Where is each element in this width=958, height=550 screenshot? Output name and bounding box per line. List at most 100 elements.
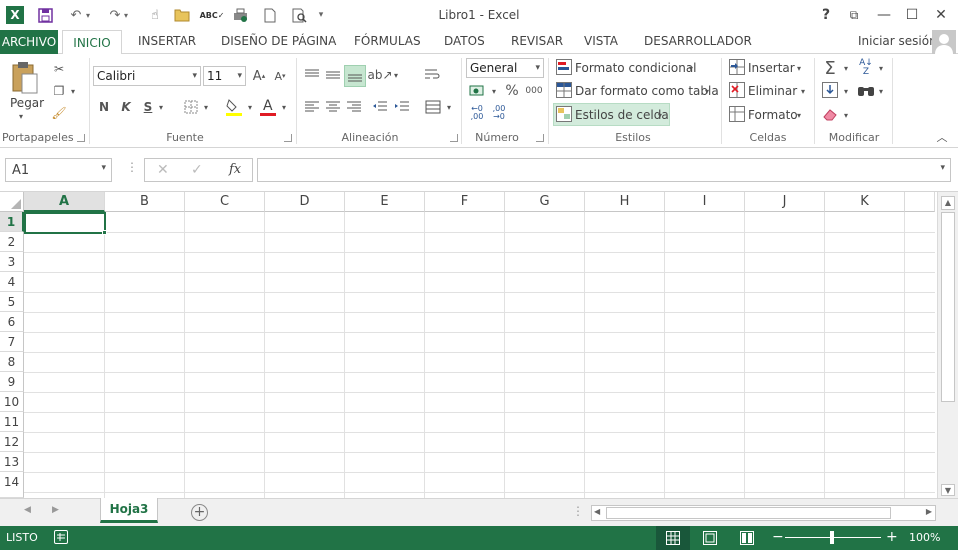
sign-in-link[interactable]: Iniciar sesión: [858, 34, 937, 48]
zoom-out-icon[interactable]: −: [772, 529, 784, 545]
percent-icon[interactable]: %: [503, 82, 521, 100]
increase-decimal-icon[interactable]: ←0,00: [466, 104, 488, 122]
clear-dropdown-icon[interactable]: ▾: [841, 108, 851, 122]
minimize-icon[interactable]: —: [870, 4, 898, 26]
tab-vista[interactable]: VISTA: [584, 34, 618, 48]
autosum-icon[interactable]: Σ: [820, 58, 840, 79]
align-top-icon[interactable]: [303, 66, 321, 84]
tab-inicio[interactable]: INICIO: [62, 30, 122, 55]
fill-icon[interactable]: [822, 82, 838, 98]
format-cells-dropdown-icon[interactable]: ▾: [794, 108, 804, 122]
font-launcher-icon[interactable]: [284, 134, 292, 142]
row-header-11[interactable]: 11: [0, 412, 24, 432]
zoom-slider-thumb[interactable]: [830, 531, 834, 544]
prev-sheet-icon[interactable]: ◀: [24, 505, 31, 515]
tab-desarrollador[interactable]: DESARROLLADOR: [644, 34, 752, 48]
format-as-table-dropdown-icon[interactable]: ▾: [702, 84, 712, 98]
copy-dropdown-icon[interactable]: ▾: [68, 82, 78, 100]
active-cell-a1[interactable]: [24, 212, 106, 234]
accounting-format-icon[interactable]: [468, 82, 488, 100]
align-left-icon[interactable]: [303, 98, 321, 116]
column-header-e[interactable]: E: [345, 192, 425, 212]
name-box-dropdown-icon[interactable]: ▾: [101, 163, 106, 173]
format-cells-icon[interactable]: [729, 106, 745, 122]
scroll-right-icon[interactable]: ▶: [926, 507, 932, 516]
borders-dropdown-icon[interactable]: ▾: [201, 98, 211, 116]
column-header-f[interactable]: F: [425, 192, 505, 212]
tab-formulas[interactable]: FÓRMULAS: [354, 34, 421, 48]
format-as-table-icon[interactable]: [556, 82, 572, 98]
row-header-14[interactable]: 14: [0, 472, 24, 498]
collapse-ribbon-icon[interactable]: ︿: [934, 130, 950, 144]
sheet-tab-hoja3[interactable]: Hoja3: [100, 498, 158, 523]
insert-cells-dropdown-icon[interactable]: ▾: [794, 61, 804, 75]
cell-styles-icon[interactable]: [556, 106, 572, 122]
vertical-scrollbar[interactable]: ▲ ▼: [937, 192, 958, 498]
underline-button[interactable]: S: [141, 98, 155, 116]
clear-icon[interactable]: [822, 106, 838, 122]
paste-dropdown-icon[interactable]: ▾: [19, 112, 23, 121]
accounting-dropdown-icon[interactable]: ▾: [489, 82, 499, 100]
page-layout-view-icon[interactable]: [703, 531, 717, 548]
thousands-separator-icon[interactable]: 000: [525, 82, 543, 100]
fill-color-icon[interactable]: [224, 96, 244, 118]
worksheet-grid[interactable]: A B C D E F G H I J K 1 2 3 4 5 6 7 8 9 …: [0, 192, 958, 498]
tab-revisar[interactable]: REVISAR: [511, 34, 563, 48]
normal-view-button[interactable]: [656, 526, 690, 550]
paste-icon[interactable]: [8, 58, 42, 98]
fill-dropdown-icon[interactable]: ▾: [841, 84, 851, 98]
increase-indent-icon[interactable]: [393, 98, 411, 116]
maximize-icon[interactable]: ☐: [898, 4, 926, 26]
row-header-4[interactable]: 4: [0, 272, 24, 292]
fill-color-dropdown-icon[interactable]: ▾: [245, 98, 255, 116]
column-header-c[interactable]: C: [185, 192, 265, 212]
row-header-12[interactable]: 12: [0, 432, 24, 452]
find-select-dropdown-icon[interactable]: ▾: [876, 84, 886, 98]
vertical-scroll-thumb[interactable]: [941, 212, 955, 402]
orientation-icon[interactable]: ab↗: [367, 66, 392, 84]
format-cells-button[interactable]: Formato: [748, 108, 798, 122]
row-header-5[interactable]: 5: [0, 292, 24, 312]
column-header-i[interactable]: I: [665, 192, 745, 212]
ribbon-display-options-icon[interactable]: ⧉: [840, 4, 868, 26]
decrease-indent-icon[interactable]: [371, 98, 389, 116]
column-header-b[interactable]: B: [105, 192, 185, 212]
tab-split-grip-icon[interactable]: ⋮: [572, 504, 584, 518]
cancel-icon[interactable]: ✕: [157, 162, 169, 178]
macro-record-icon[interactable]: [54, 530, 68, 544]
merge-dropdown-icon[interactable]: ▾: [444, 98, 454, 116]
clipboard-launcher-icon[interactable]: [77, 134, 85, 142]
align-bottom-icon[interactable]: [344, 65, 366, 87]
align-center-icon[interactable]: [324, 98, 342, 116]
decrease-decimal-icon[interactable]: ,00 →0: [488, 104, 510, 122]
close-icon[interactable]: ✕: [927, 4, 955, 26]
insert-function-button[interactable]: fx: [229, 162, 241, 177]
row-header-2[interactable]: 2: [0, 232, 24, 252]
column-header-k[interactable]: K: [825, 192, 905, 212]
sort-filter-icon[interactable]: A↓ Z: [856, 58, 876, 78]
sort-filter-dropdown-icon[interactable]: ▾: [876, 61, 886, 75]
tab-archivo[interactable]: ARCHIVO: [0, 30, 58, 54]
page-break-view-icon[interactable]: [740, 531, 754, 548]
help-icon[interactable]: ?: [812, 4, 840, 26]
new-sheet-icon[interactable]: +: [191, 504, 208, 521]
fill-handle[interactable]: [102, 230, 107, 235]
conditional-format-button[interactable]: Formato condicional: [575, 61, 697, 75]
find-select-icon[interactable]: [856, 82, 876, 100]
delete-cells-button[interactable]: Eliminar: [748, 84, 797, 98]
conditional-format-icon[interactable]: [556, 59, 572, 75]
copy-icon[interactable]: ❐: [50, 82, 68, 100]
row-header-10[interactable]: 10: [0, 392, 24, 412]
column-header-g[interactable]: G: [505, 192, 585, 212]
row-header-9[interactable]: 9: [0, 372, 24, 392]
increase-font-icon[interactable]: A ▴: [251, 68, 267, 84]
cell-styles-dropdown-icon[interactable]: ▾: [655, 108, 665, 122]
cut-icon[interactable]: ✂: [50, 60, 68, 78]
horizontal-scrollbar[interactable]: ◀ ▶: [591, 505, 936, 521]
conditional-format-dropdown-icon[interactable]: ▾: [686, 61, 696, 75]
insert-cells-icon[interactable]: [729, 59, 745, 75]
row-header-13[interactable]: 13: [0, 452, 24, 472]
font-color-dropdown-icon[interactable]: ▾: [279, 98, 289, 116]
formula-input[interactable]: ▾: [257, 158, 951, 182]
borders-icon[interactable]: [182, 98, 200, 116]
